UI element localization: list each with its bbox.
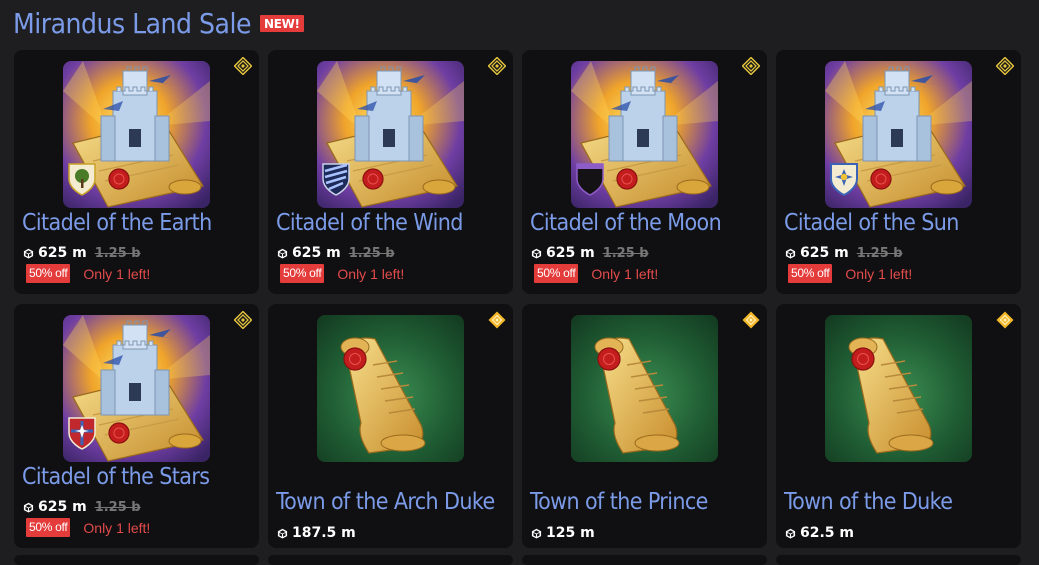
price-row: 625 m 1.25 b (277, 245, 395, 261)
deal-row: 50% off Only 1 left! (534, 264, 658, 283)
product-card[interactable]: Citadel of the Wind 625 m 1.25 b 50% off Onl… (268, 50, 513, 294)
original-price: 1.25 b (94, 245, 141, 261)
product-card[interactable] (14, 555, 259, 565)
discount-badge: 50% off (280, 264, 325, 283)
price-row: 125 m (531, 525, 595, 541)
product-name[interactable]: Town of the Arch Duke (276, 489, 509, 515)
original-price: 1.25 b (348, 245, 395, 261)
product-card[interactable]: Citadel of the Earth 625 m 1.25 b 50% off On… (14, 50, 259, 294)
legendary-diamond-icon (233, 56, 253, 76)
product-card[interactable]: Citadel of the Moon 625 m 1.25 b 50% off Onl… (522, 50, 767, 294)
cube-icon (23, 248, 34, 258)
cube-icon (531, 248, 542, 258)
product-name[interactable]: Citadel of the Wind (276, 210, 509, 236)
product-name[interactable]: Citadel of the Sun (784, 210, 1017, 236)
product-image[interactable] (571, 61, 718, 208)
price-row: 625 m 1.25 b (23, 245, 141, 261)
product-card[interactable]: Town of the Prince 125 m (522, 304, 767, 548)
deal-row: 50% off Only 1 left! (788, 264, 912, 283)
stock-notice: Only 1 left! (591, 265, 659, 282)
original-price: 1.25 b (94, 499, 141, 515)
deal-row: 50% off Only 1 left! (26, 518, 150, 537)
product-card[interactable]: Town of the Arch Duke 187.5 m (268, 304, 513, 548)
discount-badge: 50% off (534, 264, 579, 283)
price: 62.5 m (800, 525, 855, 541)
mythic-diamond-icon (488, 311, 506, 329)
mythic-diamond-icon (996, 311, 1014, 329)
original-price: 1.25 b (602, 245, 649, 261)
deal-row: 50% off Only 1 left! (280, 264, 404, 283)
cube-icon (785, 528, 796, 538)
price: 625 m (38, 245, 87, 261)
stock-notice: Only 1 left! (337, 265, 405, 282)
stock-notice: Only 1 left! (83, 265, 151, 282)
legendary-diamond-icon (741, 56, 761, 76)
product-image[interactable] (825, 315, 972, 462)
cube-icon (785, 248, 796, 258)
discount-badge: 50% off (26, 264, 71, 283)
price-row: 625 m 1.25 b (23, 499, 141, 515)
new-badge: NEW! (259, 14, 304, 32)
product-card[interactable] (522, 555, 767, 565)
price-row: 187.5 m (277, 525, 356, 541)
cube-icon (277, 248, 288, 258)
product-card[interactable] (776, 555, 1021, 565)
price: 625 m (800, 245, 849, 261)
price: 625 m (546, 245, 595, 261)
price: 125 m (546, 525, 595, 541)
product-image[interactable] (63, 315, 210, 462)
discount-badge: 50% off (26, 518, 71, 537)
price: 625 m (38, 499, 87, 515)
product-image[interactable] (571, 315, 718, 462)
section-header: Mirandus Land Sale NEW! (13, 6, 304, 40)
cube-icon (531, 528, 542, 538)
product-card[interactable] (268, 555, 513, 565)
price: 187.5 m (292, 525, 356, 541)
product-image[interactable] (63, 61, 210, 208)
legendary-diamond-icon (995, 56, 1015, 76)
product-name[interactable]: Citadel of the Earth (22, 210, 255, 236)
price-row: 625 m 1.25 b (531, 245, 649, 261)
original-price: 1.25 b (856, 245, 903, 261)
product-name[interactable]: Town of the Prince (530, 489, 763, 515)
product-card[interactable]: Citadel of the Stars 625 m 1.25 b 50% off On… (14, 304, 259, 548)
product-card[interactable]: Town of the Duke 62.5 m (776, 304, 1021, 548)
cube-icon (277, 528, 288, 538)
deal-row: 50% off Only 1 left! (26, 264, 150, 283)
cube-icon (23, 502, 34, 512)
price-row: 625 m 1.25 b (785, 245, 903, 261)
product-name[interactable]: Citadel of the Stars (22, 464, 255, 490)
product-name[interactable]: Citadel of the Moon (530, 210, 763, 236)
mythic-diamond-icon (742, 311, 760, 329)
section-title: Mirandus Land Sale (13, 6, 251, 40)
legendary-diamond-icon (487, 56, 507, 76)
stock-notice: Only 1 left! (845, 265, 913, 282)
product-name[interactable]: Town of the Duke (784, 489, 1017, 515)
product-image[interactable] (317, 61, 464, 208)
product-image[interactable] (825, 61, 972, 208)
discount-badge: 50% off (788, 264, 833, 283)
price: 625 m (292, 245, 341, 261)
price-row: 62.5 m (785, 525, 854, 541)
product-card[interactable]: Citadel of the Sun 625 m 1.25 b 50% off Only… (776, 50, 1021, 294)
product-image[interactable] (317, 315, 464, 462)
legendary-diamond-icon (233, 310, 253, 330)
stock-notice: Only 1 left! (83, 519, 151, 536)
